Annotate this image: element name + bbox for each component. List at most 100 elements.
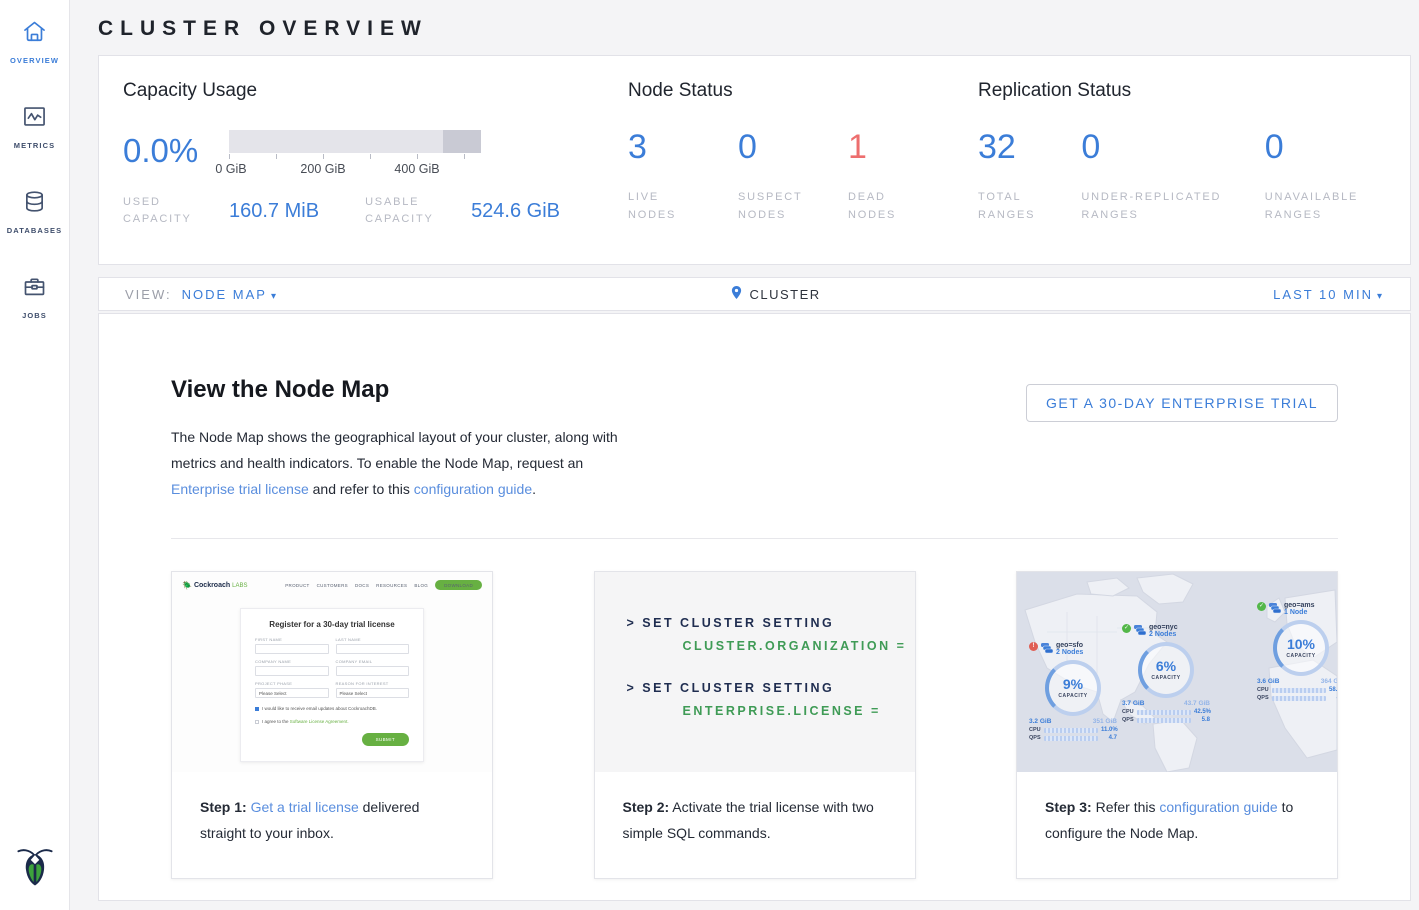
main-content: CLUSTER OVERVIEW Capacity Usage 0.0%: [70, 0, 1419, 910]
enterprise-trial-license-link[interactable]: Enterprise trial license: [171, 481, 309, 497]
cockroach-labs-logo-icon: 🪲: [182, 581, 192, 590]
map-pin-icon: [730, 285, 743, 303]
form-title: Register for a 30-day trial license: [255, 620, 409, 629]
sidebar-item-databases[interactable]: DATABASES: [0, 184, 69, 239]
cockroachdb-logo: [16, 845, 54, 892]
site-nav-item: BLOG: [414, 583, 428, 588]
home-icon: [21, 18, 48, 50]
sidebar: OVERVIEW METRICS DATABASES: [0, 0, 70, 910]
locality-widget-ams[interactable]: ✓ geo=ams 1 Node 10% CAPACITY: [1257, 602, 1337, 701]
sidebar-item-label: JOBS: [22, 311, 47, 320]
license-agreement-link: Software License Agreement.: [290, 719, 349, 724]
time-range-dropdown[interactable]: LAST 10 MIN▾: [1273, 287, 1384, 302]
replication-status-section: Replication Status 32 TOTAL RANGES 0 UND…: [978, 80, 1410, 236]
chevron-down-icon: ▾: [271, 291, 278, 302]
capacity-ring-gauge: 10% CAPACITY: [1273, 620, 1329, 676]
healthy-badge-icon: ✓: [1257, 602, 1266, 611]
sql-setting: CLUSTER.ORGANIZATION =: [683, 639, 915, 653]
step1-card: 🪲 Cockroach LABS PRODUCT CUSTOMERS DOCS …: [171, 571, 493, 879]
last-name-field: [336, 644, 410, 654]
capacity-gauge: 0 GiB 200 GiB 400 GiB: [229, 130, 481, 178]
capacity-ring-gauge: 9% CAPACITY: [1045, 660, 1101, 716]
unavailable-ranges-stat: 0 UNAVAILABLE RANGES: [1265, 130, 1372, 224]
unavailable-ranges-value: 0: [1265, 130, 1372, 164]
site-nav-item: PRODUCT: [285, 583, 309, 588]
step2-card: > SET CLUSTER SETTING CLUSTER.ORGANIZATI…: [594, 571, 916, 879]
capacity-gauge-used-segment: [443, 130, 481, 153]
chevron-down-icon: ▾: [1377, 291, 1384, 302]
briefcase-icon: [21, 273, 48, 305]
view-selector-dropdown[interactable]: NODE MAP▾: [182, 287, 278, 302]
total-ranges-value: 32: [978, 130, 1043, 164]
site-nav-item: DOCS: [355, 583, 369, 588]
cpu-bar: [1137, 710, 1191, 715]
capacity-usage-title: Capacity Usage: [123, 80, 628, 102]
project-phase-select: Please Select: [255, 688, 329, 698]
reason-select: Please Select: [336, 688, 410, 698]
step3-card: ! geo=sfo 2 Nodes 9% CAPACITY: [1016, 571, 1338, 879]
sidebar-item-metrics[interactable]: METRICS: [0, 99, 69, 154]
suspect-nodes-value: 0: [738, 130, 810, 164]
enterprise-trial-button[interactable]: GET A 30-DAY ENTERPRISE TRIAL: [1026, 384, 1338, 422]
suspect-nodes-stat: 0 SUSPECT NODES: [738, 130, 810, 224]
agree-checkbox: [255, 720, 259, 724]
trial-registration-form: Register for a 30-day trial license FIRS…: [240, 608, 424, 762]
cpu-bar: [1044, 728, 1098, 733]
node-map-description: The Node Map shows the geographical layo…: [171, 424, 641, 502]
sidebar-item-label: METRICS: [14, 141, 55, 150]
node-stack-icon: [1269, 602, 1281, 614]
sidebar-item-jobs[interactable]: JOBS: [0, 269, 69, 324]
qps-bar: [1272, 696, 1326, 701]
database-icon: [21, 188, 48, 220]
suspect-nodes-label: SUSPECT NODES: [738, 188, 810, 224]
used-capacity-value: 160.7 MiB: [229, 200, 319, 223]
locality-widget-sfo[interactable]: ! geo=sfo 2 Nodes 9% CAPACITY: [1029, 642, 1117, 741]
capacity-percent-value: 0.0%: [123, 134, 229, 167]
total-ranges-label: TOTAL RANGES: [978, 188, 1043, 224]
metrics-chart-icon: [21, 103, 48, 135]
under-replicated-ranges-value: 0: [1081, 130, 1226, 164]
step1-caption: Step 1: Get a trial license delivered st…: [172, 772, 492, 868]
optin-checkbox: [255, 707, 259, 711]
locality-node-count: 2 Nodes: [1056, 649, 1083, 656]
configuration-guide-link[interactable]: configuration guide: [1159, 799, 1277, 815]
capacity-gauge-axis: [229, 153, 481, 159]
step3-caption: Step 3: Refer this configuration guide t…: [1017, 772, 1337, 868]
view-bar: VIEW: NODE MAP▾ CLUSTER LAST 10 MIN▾: [98, 277, 1411, 311]
sql-setting: ENTERPRISE.LICENSE =: [683, 704, 915, 718]
locality-widget-nyc[interactable]: ✓ geo=nyc 2 Nodes 6% CAPACITY: [1122, 624, 1210, 723]
locality-name: geo=ams: [1284, 602, 1315, 609]
view-label: VIEW:: [125, 287, 172, 302]
site-nav-item: CUSTOMERS: [317, 583, 348, 588]
error-badge-icon: !: [1029, 642, 1038, 651]
sidebar-item-overview[interactable]: OVERVIEW: [0, 14, 69, 69]
configuration-guide-link[interactable]: configuration guide: [414, 481, 532, 497]
sql-command: > SET CLUSTER SETTING: [627, 681, 915, 695]
cpu-bar: [1272, 688, 1326, 693]
company-email-field: [336, 666, 410, 676]
node-map-heading: View the Node Map: [171, 376, 641, 404]
used-capacity-label: USED CAPACITY: [123, 194, 215, 228]
unavailable-ranges-label: UNAVAILABLE RANGES: [1265, 188, 1372, 224]
usable-capacity-label: USABLE CAPACITY: [365, 194, 457, 228]
capacity-usage-section: Capacity Usage 0.0% 0 GiB 200 Gi: [123, 80, 628, 236]
tick-label: 400 GiB: [394, 162, 439, 176]
capacity-gauge-tick-labels: 0 GiB 200 GiB 400 GiB: [229, 162, 481, 178]
locality-name: geo=sfo: [1056, 642, 1083, 649]
tick-label: 200 GiB: [300, 162, 345, 176]
site-download-button: DOWNLOAD: [435, 580, 482, 590]
first-name-field: [255, 644, 329, 654]
app-root: OVERVIEW METRICS DATABASES: [0, 0, 1419, 910]
dead-nodes-label: DEAD NODES: [848, 188, 920, 224]
breadcrumb-cluster: CLUSTER: [749, 287, 820, 302]
trial-license-site-thumbnail: 🪲 Cockroach LABS PRODUCT CUSTOMERS DOCS …: [172, 572, 492, 772]
live-nodes-label: LIVE NODES: [628, 188, 700, 224]
total-ranges-stat: 32 TOTAL RANGES: [978, 130, 1043, 224]
company-name-field: [255, 666, 329, 676]
replication-status-title: Replication Status: [978, 80, 1410, 102]
node-stack-icon: [1134, 624, 1146, 636]
divider: [171, 538, 1338, 539]
get-trial-license-link[interactable]: Get a trial license: [251, 799, 359, 815]
node-map-preview: ! geo=sfo 2 Nodes 9% CAPACITY: [1017, 572, 1337, 772]
node-map-panel: View the Node Map The Node Map shows the…: [98, 313, 1411, 901]
